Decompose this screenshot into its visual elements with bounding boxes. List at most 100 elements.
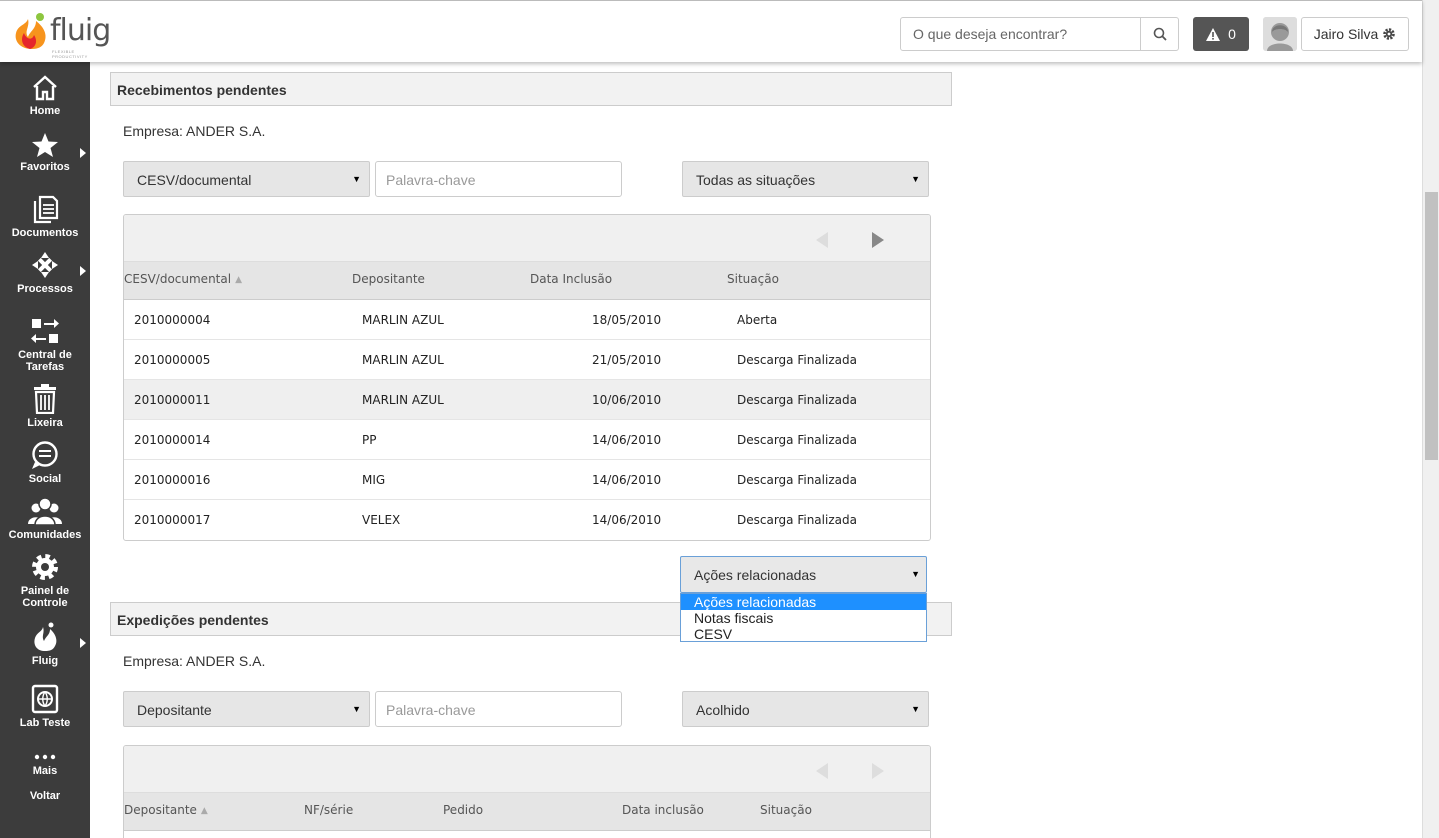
table-row[interactable]: 2010000017 VELEX 14/06/2010 Descarga Fin…	[124, 500, 930, 540]
cell-status: Aberta	[737, 313, 778, 327]
search-input[interactable]	[901, 18, 1140, 50]
sidebar-item-social[interactable]: Social	[0, 440, 90, 485]
sidebar-item-painel-controle[interactable]: Painel de Controle	[0, 552, 90, 609]
scrollbar-thumb[interactable]	[1425, 192, 1438, 460]
sidebar-label: Lab Teste	[19, 717, 71, 729]
receipts-keyword-input[interactable]: Palavra-chave	[375, 161, 622, 197]
left-sidebar: Home Favoritos Documentos Processos Cent…	[0, 62, 90, 838]
column-header-cesv[interactable]: CESV/documental ▲	[124, 272, 242, 286]
caret-down-icon: ▼	[352, 174, 361, 184]
tasks-icon	[31, 319, 59, 343]
table-row[interactable]: 2010000004 MARLIN AZUL 18/05/2010 Aberta	[124, 300, 930, 340]
receipts-status-select[interactable]: Todas as situações ▼	[682, 161, 929, 197]
cell-depositor: MIG	[362, 473, 386, 487]
cell-doc: 2010000005	[134, 353, 211, 367]
receipts-panel-title: Recebimentos pendentes	[110, 72, 952, 106]
shipments-table: Depositante ▲ NF/série Pedido Data inclus…	[123, 745, 931, 838]
cell-doc: 2010000016	[134, 473, 211, 487]
page-scrollbar[interactable]	[1422, 0, 1439, 838]
cell-depositor: MARLIN AZUL	[362, 353, 444, 367]
sidebar-item-processos[interactable]: Processos	[0, 250, 90, 295]
dropdown-option-cesv[interactable]: CESV	[681, 626, 926, 642]
cell-status: Descarga Finalizada	[737, 433, 857, 447]
shipments-field-select[interactable]: Depositante ▼	[123, 691, 370, 727]
gear-icon	[32, 554, 58, 580]
cell-status: Descarga Finalizada	[737, 353, 857, 367]
column-label: CESV/documental	[124, 272, 232, 286]
column-header-data[interactable]: Data Inclusão	[530, 272, 612, 286]
table-row[interactable]: 2010000011 MARLIN AZUL 10/06/2010 Descar…	[124, 380, 930, 420]
user-avatar[interactable]	[1263, 17, 1297, 51]
sidebar-label: Central de Tarefas	[18, 349, 72, 373]
trash-icon	[34, 384, 56, 414]
sidebar-item-documentos[interactable]: Documentos	[0, 194, 90, 239]
sidebar-item-voltar[interactable]: Voltar	[0, 790, 90, 802]
select-value: Ações relacionadas	[694, 567, 817, 583]
table-toolbar	[124, 215, 930, 261]
logo-text: fluig	[50, 13, 111, 48]
column-header-situacao[interactable]: Situação	[760, 803, 812, 817]
related-actions-select[interactable]: Ações relacionadas ▼	[680, 556, 927, 593]
select-value: Todas as situações	[696, 172, 816, 188]
sidebar-item-mais[interactable]: Mais	[0, 752, 90, 777]
table-row[interactable]: 2010000005 MARLIN AZUL 21/05/2010 Descar…	[124, 340, 930, 380]
sidebar-label: Social	[28, 473, 62, 485]
cell-date: 18/05/2010	[592, 313, 662, 327]
sort-icon: ▲	[235, 274, 242, 285]
pager-next-icon[interactable]	[872, 232, 884, 248]
avatar-icon	[1263, 17, 1297, 51]
cell-date: 21/05/2010	[592, 353, 662, 367]
expand-arrow-icon	[80, 266, 86, 276]
column-header-depositante[interactable]: Depositante ▲	[124, 803, 208, 817]
select-value: Acolhido	[696, 702, 750, 718]
user-menu-button[interactable]: Jairo Silva	[1301, 17, 1409, 51]
fluig-flame-icon	[15, 13, 46, 49]
sidebar-item-comunidades[interactable]: Comunidades	[0, 496, 90, 541]
column-header-situacao[interactable]: Situação	[727, 272, 779, 286]
dropdown-option-acoes[interactable]: Ações relacionadas	[681, 594, 926, 610]
sidebar-item-home[interactable]: Home	[0, 74, 90, 117]
sidebar-label: Mais	[32, 765, 58, 777]
sidebar-label: Favoritos	[20, 161, 70, 173]
sort-icon: ▲	[200, 805, 208, 816]
search-button[interactable]	[1140, 18, 1179, 50]
caret-down-icon: ▼	[352, 704, 361, 714]
cell-depositor: PP	[362, 433, 377, 447]
dropdown-option-notas-fiscais[interactable]: Notas fiscais	[681, 610, 926, 626]
fluig-icon	[34, 622, 57, 651]
select-value: Depositante	[137, 702, 212, 718]
sidebar-item-lab-teste[interactable]: Lab Teste	[0, 684, 90, 729]
pager-prev-icon[interactable]	[816, 763, 828, 779]
shipments-keyword-input[interactable]: Palavra-chave	[375, 691, 622, 727]
table-row[interactable]: 2010000016 MIG 14/06/2010 Descarga Final…	[124, 460, 930, 500]
more-icon	[34, 754, 56, 760]
cell-status: Descarga Finalizada	[737, 473, 857, 487]
gear-icon	[1383, 28, 1396, 40]
sidebar-label: Comunidades	[8, 529, 82, 541]
table-header: Depositante ▲ NF/série Pedido Data inclus…	[124, 792, 930, 831]
column-header-pedido[interactable]: Pedido	[443, 803, 483, 817]
column-label: Depositante	[124, 803, 197, 817]
sidebar-item-lixeira[interactable]: Lixeira	[0, 384, 90, 429]
table-row[interactable]: 2010000014 PP 14/06/2010 Descarga Finali…	[124, 420, 930, 460]
cell-depositor: MARLIN AZUL	[362, 313, 444, 327]
cell-doc: 2010000017	[134, 513, 211, 527]
column-header-nf-serie[interactable]: NF/série	[304, 803, 353, 817]
column-header-depositante[interactable]: Depositante	[352, 272, 425, 286]
sidebar-item-favoritos[interactable]: Favoritos	[0, 132, 90, 173]
alert-count: 0	[1228, 26, 1236, 42]
table-header: CESV/documental ▲ Depositante Data Inclus…	[124, 261, 930, 300]
sidebar-item-central-tarefas[interactable]: Central de Tarefas	[0, 316, 90, 373]
caret-down-icon: ▼	[911, 704, 920, 714]
receipts-field-select[interactable]: CESV/documental ▼	[123, 161, 370, 197]
pager-prev-icon[interactable]	[816, 232, 828, 248]
column-header-data-inclusao[interactable]: Data inclusão	[622, 803, 704, 817]
cell-status: Descarga Finalizada	[737, 513, 857, 527]
pager-next-icon[interactable]	[872, 763, 884, 779]
shipments-status-select[interactable]: Acolhido ▼	[682, 691, 929, 727]
fluig-logo[interactable]: fluig FLEXIBLE PRODUCTIVITY	[14, 11, 111, 59]
home-icon	[33, 75, 57, 101]
alerts-button[interactable]: 0	[1193, 17, 1249, 51]
star-icon	[32, 133, 58, 157]
sidebar-item-fluig[interactable]: Fluig	[0, 622, 90, 667]
